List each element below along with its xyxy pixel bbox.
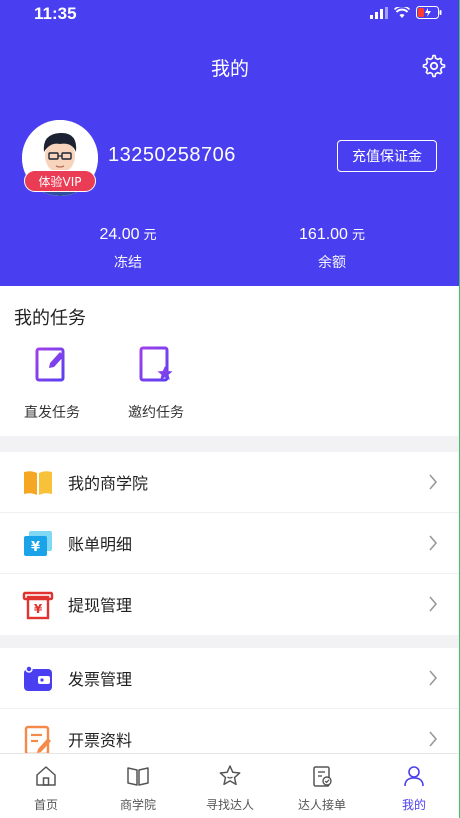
- my-tasks-section: 我的任务 直发任务 邀约任务: [0, 286, 460, 436]
- profile-header: 11:35 我的 体验VIP 13250258706 充值保证金 24.00 元 …: [0, 0, 460, 286]
- signal-icon: [370, 6, 388, 19]
- user-phone: 13250258706: [108, 144, 236, 166]
- tab-label: 寻找达人: [205, 798, 254, 812]
- menu-item-invoice[interactable]: 发票管理: [0, 648, 460, 709]
- book-icon: [24, 471, 52, 495]
- vip-badge: 体验VIP: [24, 170, 96, 192]
- tab-label: 商学院: [119, 798, 156, 812]
- menu-label-bill: 账单明细: [68, 535, 133, 554]
- bill-icon: ¥: [24, 531, 52, 556]
- direct-task-label: 直发任务: [24, 405, 80, 421]
- menu-label-invoice: 发票管理: [68, 670, 133, 689]
- chevron-right-icon: [429, 535, 438, 551]
- frozen-label: 冻结: [114, 255, 142, 271]
- tab-mine[interactable]: 我的: [368, 754, 460, 818]
- frozen-unit: 元: [143, 228, 157, 243]
- tab-label: 首页: [33, 798, 58, 812]
- balance-value: 161.00: [299, 226, 348, 243]
- balance-label: 余额: [318, 255, 346, 271]
- menu-item-academy[interactable]: 我的商学院: [0, 452, 460, 513]
- star-face-icon: [219, 765, 241, 786]
- tab-find-talent[interactable]: 寻找达人: [184, 754, 276, 818]
- invite-task-label: 邀约任务: [128, 405, 184, 421]
- withdraw-icon: ¥: [22, 591, 54, 620]
- menu-item-bill[interactable]: ¥ 账单明细: [0, 513, 460, 574]
- wifi-icon: [394, 6, 410, 18]
- menu-item-invoice-info[interactable]: 开票资料: [0, 709, 460, 753]
- menu-label-academy: 我的商学院: [68, 474, 149, 493]
- menu-item-withdraw[interactable]: ¥ 提现管理: [0, 574, 460, 635]
- menu-label-invoice-info: 开票资料: [68, 731, 133, 750]
- frozen-value: 24.00: [99, 226, 140, 243]
- tab-label: 达人接单: [297, 798, 346, 812]
- direct-task-button[interactable]: 直发任务: [12, 344, 92, 422]
- page-title: 我的: [210, 58, 249, 80]
- tab-label: 我的: [401, 798, 426, 812]
- tab-take-orders[interactable]: 达人接单: [276, 754, 368, 818]
- status-bar: 11:35: [0, 0, 460, 30]
- menu-group-1: 我的商学院 ¥ 账单明细 ¥ 提现管理: [0, 452, 460, 635]
- invite-task-button[interactable]: 邀约任务: [116, 344, 196, 422]
- balance-unit: 元: [351, 228, 365, 243]
- svg-text:¥: ¥: [31, 540, 40, 555]
- settings-gear-icon[interactable]: [422, 54, 446, 78]
- menu-label-withdraw: 提现管理: [68, 596, 133, 615]
- menu-group-2: 发票管理 开票资料: [0, 648, 460, 753]
- battery-icon: [416, 6, 442, 19]
- bottom-tab-bar: 首页 商学院 寻找达人 达人接单 我的: [0, 753, 460, 818]
- clipboard-check-icon: [313, 766, 332, 787]
- wallet-icon: [24, 665, 52, 691]
- tab-home[interactable]: 首页: [0, 754, 92, 818]
- balance-stat[interactable]: 161.00 元 余额: [232, 224, 432, 272]
- frozen-stat[interactable]: 24.00 元 冻结: [28, 224, 228, 272]
- home-icon: [36, 766, 56, 786]
- deposit-button[interactable]: 充值保证金: [337, 140, 437, 172]
- chevron-right-icon: [429, 596, 438, 612]
- status-icons: [370, 6, 442, 19]
- status-time: 11:35: [34, 4, 77, 23]
- book-open-icon: [127, 767, 149, 786]
- document-edit-icon: [24, 725, 51, 753]
- tab-academy[interactable]: 商学院: [92, 754, 184, 818]
- user-icon: [404, 766, 424, 787]
- svg-text:¥: ¥: [34, 602, 43, 616]
- chevron-right-icon: [429, 731, 438, 747]
- chevron-right-icon: [429, 474, 438, 490]
- invite-task-icon: [139, 346, 173, 382]
- direct-task-icon: [35, 347, 65, 382]
- chevron-right-icon: [429, 670, 438, 686]
- tasks-title: 我的任务: [14, 308, 86, 329]
